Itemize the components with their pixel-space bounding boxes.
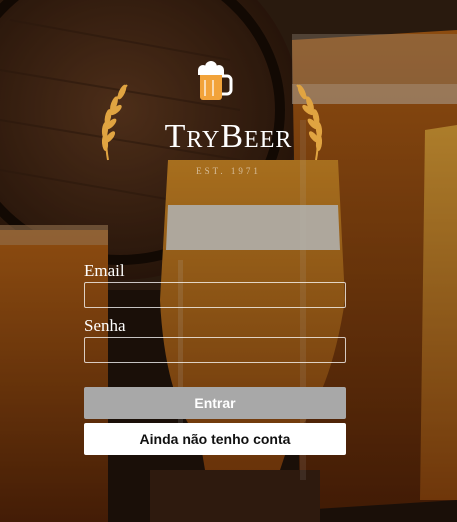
brand-established: EST. 1971 <box>196 166 261 176</box>
email-label: Email <box>84 261 125 280</box>
register-button[interactable]: Ainda não tenho conta <box>84 423 346 455</box>
brand-name: TryBeer <box>164 118 293 155</box>
beer-mug-icon <box>198 61 233 100</box>
password-field[interactable] <box>84 337 346 363</box>
password-label: Senha <box>84 316 126 335</box>
email-field[interactable] <box>84 282 346 308</box>
login-form: Email Senha Entrar Ainda não tenho conta <box>84 262 346 455</box>
login-button[interactable]: Entrar <box>84 387 346 419</box>
